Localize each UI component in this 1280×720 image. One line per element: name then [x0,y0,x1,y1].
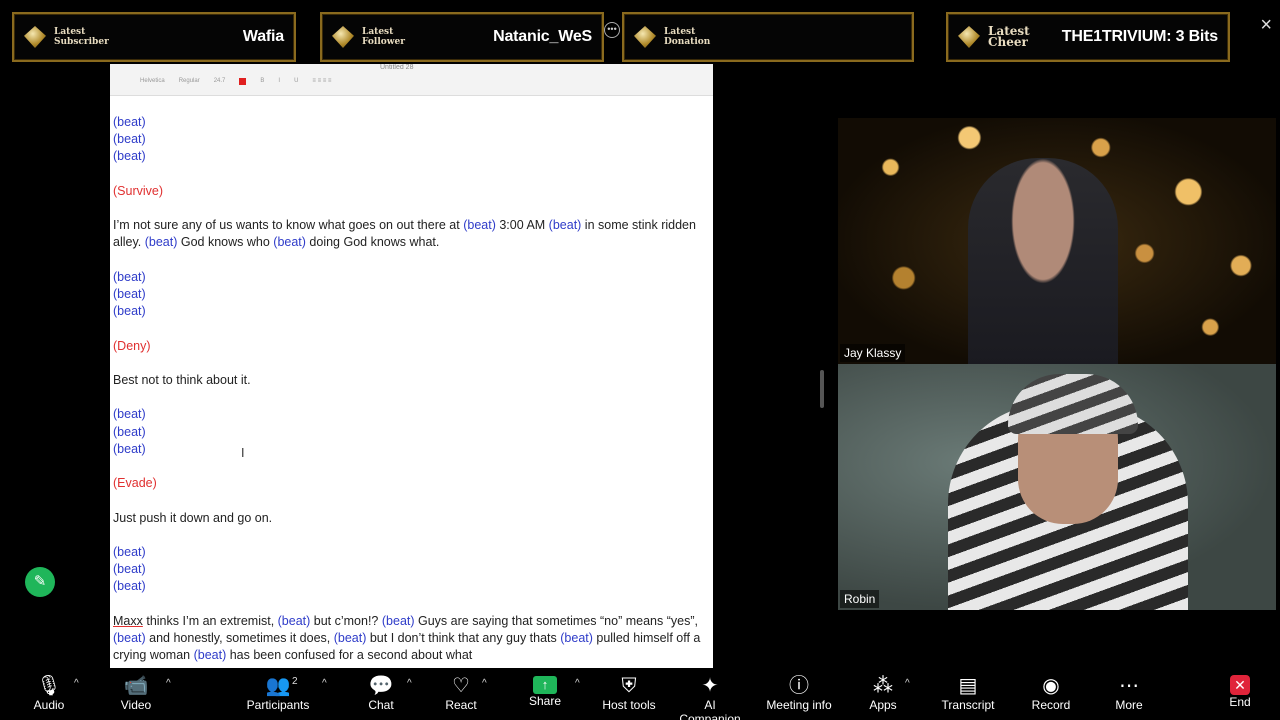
paragraph-4: Maxx thinks I’m an extremist, (beat) but… [113,613,701,663]
latest-cheer-value: THE1TRIVIUM: 3 Bits [1061,28,1218,45]
participant-name: Robin [840,590,880,608]
text-cursor-icon: I [241,446,245,460]
audio-options-chevron-icon[interactable]: ^ [74,678,79,689]
share-options-chevron-icon[interactable]: ^ [575,678,580,689]
beat-line: (beat) [113,132,146,147]
audio-button[interactable]: 🎙 Audio [28,670,70,720]
end-meeting-button[interactable]: ✕ End [1224,670,1256,720]
latest-cheer-box: Latest Cheer THE1TRIVIUM: 3 Bits [946,12,1230,62]
latest-subscriber-box: Latest Subscriber Wafia [12,12,296,62]
close-icon[interactable]: × [1260,14,1272,37]
latest-donation-box: Latest Donation [622,12,914,62]
host-tools-button[interactable]: ⛨ Host tools [600,670,658,720]
beat-line: (beat) [113,304,146,319]
latest-cheer-caption: Latest Cheer [988,24,1030,49]
apps-button[interactable]: ⁂ Apps [866,670,900,720]
paragraph-1: I’m not sure any of us wants to know wha… [113,218,696,250]
latest-follower-caption: Latest Follower [362,27,405,47]
meeting-toolbar: 🎙 Audio ^ 📹 Video ^ 👥 Participants 2 ^ 💬… [0,670,1280,720]
latest-subscriber-value: Wafia [242,28,284,45]
participant-name: Jay Klassy [840,344,906,362]
section-tag-survive: (Survive) [113,183,164,198]
video-options-chevron-icon[interactable]: ^ [166,678,171,689]
align-icon[interactable]: ≡ ≡ ≡ ≡ [312,78,331,85]
sparkle-icon: ✦ [701,673,719,697]
font-select[interactable]: Helvetica [140,78,165,85]
beat-line: (beat) [113,149,146,164]
share-arrow-icon: ↑ [533,676,557,694]
video-button[interactable]: 📹 Video [114,670,158,720]
dollar-icon [634,26,656,48]
panel-resize-handle[interactable] [820,370,824,408]
participant-video [968,158,1118,364]
info-icon: ⓘ [789,673,809,697]
beat-line: (beat) [113,441,146,456]
beat-line: (beat) [113,579,146,594]
transcript-button[interactable]: ▤ Transcript [940,670,996,720]
people-icon: 👥 [265,673,291,697]
record-icon: ◉ [1042,673,1060,697]
chat-options-chevron-icon[interactable]: ^ [407,678,412,689]
document-toolbar: Untitled 28 Helvetica Regular 24.7 B I U… [110,64,713,96]
end-x-icon: ✕ [1230,675,1250,695]
react-button[interactable]: ♡ React [440,670,482,720]
beat-line: (beat) [113,424,146,439]
latest-follower-value: Natanic_WeS [493,28,592,45]
latest-follower-box: Latest Follower Natanic_WeS [320,12,604,62]
participants-count: 2 [292,676,298,687]
paragraph-2: Best not to think about it. [113,372,251,387]
beat-line: (beat) [113,407,146,422]
transcript-icon: ▤ [958,673,978,697]
ai-companion-button[interactable]: ✦ AI Companion [672,670,748,720]
apps-options-chevron-icon[interactable]: ^ [905,678,910,689]
video-tile-jay-klassy[interactable]: Jay Klassy [838,118,1276,364]
size-select[interactable]: 24.7 [214,78,226,85]
beat-line: (beat) [113,544,146,559]
diamond-icon [958,26,980,48]
document-title: Untitled 28 [380,64,414,71]
shared-document[interactable]: Untitled 28 Helvetica Regular 24.7 B I U… [110,64,713,668]
italic-icon[interactable]: I [278,78,280,85]
beat-line: (beat) [113,562,146,577]
more-options-icon[interactable]: ••• [604,22,620,38]
more-button[interactable]: ⋯ More [1112,670,1146,720]
format-bar: Helvetica Regular 24.7 B I U ≡ ≡ ≡ ≡ [140,78,331,85]
camera-icon: 📹 [123,673,149,697]
latest-donation-caption: Latest Donation [664,27,711,47]
chat-button[interactable]: 💬 Chat [362,670,400,720]
beat-line: (beat) [113,115,146,129]
participants-button[interactable]: 👥 Participants [244,670,312,720]
participant-video [948,374,1188,610]
participants-options-chevron-icon[interactable]: ^ [322,678,327,689]
paragraph-3: Just push it down and go on. [113,510,273,525]
react-options-chevron-icon[interactable]: ^ [482,678,487,689]
beat-line: (beat) [113,269,146,284]
video-tile-robin[interactable]: Robin [838,364,1276,610]
record-button[interactable]: ◉ Record [1030,670,1072,720]
color-swatch-icon[interactable] [239,78,247,85]
bold-icon[interactable]: B [260,78,264,85]
chat-icon: 💬 [368,673,394,697]
microphone-icon: 🎙 [36,673,62,697]
heart-icon: ♡ [452,673,470,697]
share-button[interactable]: ↑ Share [526,670,564,720]
meeting-info-button[interactable]: ⓘ Meeting info [764,670,834,720]
star-icon [24,26,46,48]
apps-grid-icon: ⁂ [873,673,893,697]
mouse-pointer-icon: ➤ [397,581,411,598]
document-body[interactable]: (beat) (beat) (beat) (Survive) I’m not s… [110,96,713,664]
heart-icon [332,26,354,48]
more-dots-icon: ⋯ [1119,673,1139,697]
shield-icon: ⛨ [621,673,637,697]
section-tag-deny: (Deny) [113,338,151,353]
section-tag-evade: (Evade) [113,476,157,491]
style-select[interactable]: Regular [179,78,200,85]
underline-icon[interactable]: U [294,78,298,85]
latest-subscriber-caption: Latest Subscriber [54,27,109,47]
annotate-pencil-button[interactable]: ✎ [25,567,55,597]
beat-line: (beat) [113,286,146,301]
